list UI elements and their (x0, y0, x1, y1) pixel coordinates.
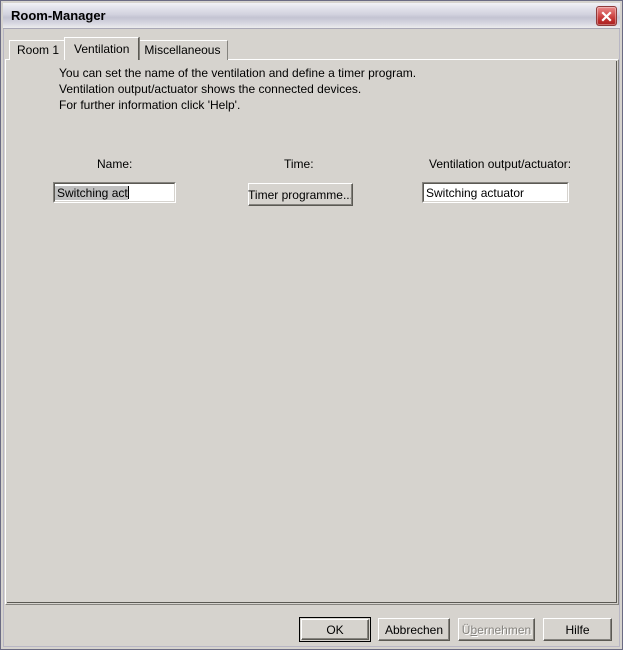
name-input-inner: Switching act (54, 183, 175, 202)
timer-programme-button[interactable]: Timer programme... (248, 183, 353, 206)
ventilation-output-value: Switching actuator (426, 185, 525, 200)
tab-content-panel (5, 59, 619, 605)
window-title: Room-Manager (11, 8, 106, 23)
apply-label-post: ernehmen (477, 622, 532, 637)
ventilation-output-label: Ventilation output/actuator: (429, 157, 572, 171)
help-button-label: Hilfe (565, 622, 590, 637)
ok-button[interactable]: OK (301, 619, 369, 640)
name-label: Name: (97, 157, 133, 171)
tab-miscellaneous[interactable]: Miscellaneous (136, 40, 229, 60)
ventilation-output-input[interactable]: Switching actuator (422, 182, 569, 203)
instruction-line-1: You can set the name of the ventilation … (59, 66, 417, 80)
tab-room-1-label: Room 1 (17, 43, 60, 57)
cancel-button[interactable]: Abbrechen (378, 618, 450, 641)
tab-ventilation[interactable]: Ventilation (64, 37, 140, 60)
apply-button: Übernehmen (458, 618, 535, 641)
timer-programme-button-label: Timer programme... (248, 187, 353, 202)
text-caret (127, 186, 129, 199)
time-label: Time: (284, 157, 314, 171)
close-button[interactable] (596, 6, 617, 26)
ok-button-label: OK (326, 622, 344, 637)
instruction-text: You can set the name of the ventilation … (59, 65, 416, 113)
cancel-button-label: Abbrechen (384, 622, 444, 637)
tab-room-1[interactable]: Room 1 (9, 40, 68, 60)
tab-ventilation-label: Ventilation (74, 42, 130, 56)
instruction-line-3: For further information click 'Help'. (59, 98, 241, 112)
instruction-line-2: Ventilation output/actuator shows the co… (59, 82, 362, 96)
room-manager-dialog: Room-Manager Room 1 Ventilation Miscella… (0, 0, 623, 650)
help-button[interactable]: Hilfe (543, 618, 612, 641)
tab-miscellaneous-label: Miscellaneous (144, 43, 221, 57)
name-input-value: Switching act (55, 185, 128, 200)
apply-button-label: Übernehmen (462, 623, 531, 637)
ventilation-output-input-inner: Switching actuator (423, 183, 568, 202)
tab-strip: Room 1 Ventilation Miscellaneous (9, 37, 229, 60)
name-input[interactable]: Switching act (53, 182, 176, 203)
title-bar[interactable]: Room-Manager (3, 3, 620, 29)
close-icon (600, 10, 613, 23)
ok-button-default-frame: OK (299, 617, 371, 642)
